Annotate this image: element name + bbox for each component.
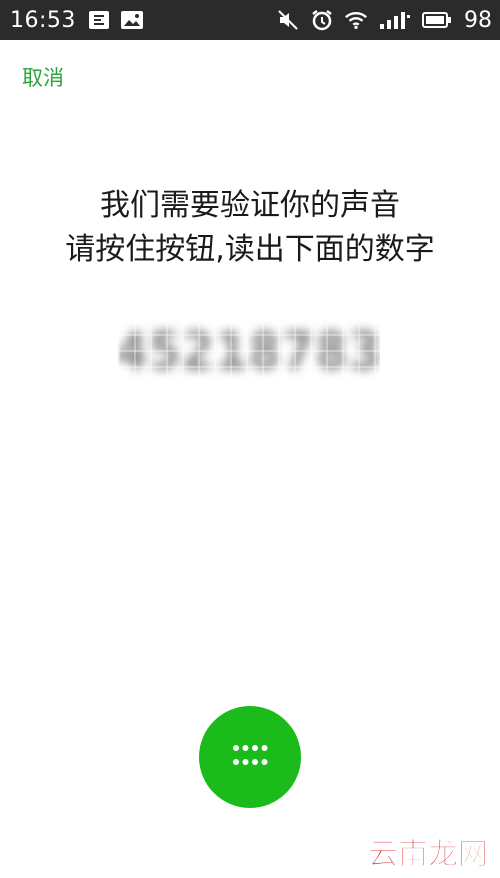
verification-code: 45218783 — [118, 320, 380, 384]
signal-icon — [378, 9, 412, 31]
voice-verify-instructions: 我们需要验证你的声音 请按住按钮,读出下面的数字 — [0, 184, 500, 272]
cancel-button[interactable]: 取消 — [22, 62, 64, 92]
pixelation-overlay — [118, 320, 380, 384]
status-right-icons: 98 — [276, 8, 492, 33]
wifi-icon — [344, 9, 368, 31]
edit-icon — [88, 9, 112, 31]
keypad-dots-icon — [230, 740, 270, 774]
watermark-logo: 云南龙网 — [366, 832, 496, 873]
alarm-icon — [310, 9, 334, 31]
status-left-icons — [88, 9, 144, 31]
battery-level: 98 — [464, 7, 492, 33]
battery-icon — [422, 9, 452, 31]
mute-icon — [276, 9, 300, 31]
status-time: 16:53 — [10, 7, 76, 33]
status-bar: 16:53 98 — [0, 0, 500, 40]
instruction-line-1: 我们需要验证你的声音 — [100, 188, 400, 223]
instruction-line-2: 请按住按钮,读出下面的数字 — [65, 232, 435, 267]
watermark-text: 云南龙网 — [368, 837, 488, 872]
image-icon — [120, 9, 144, 31]
hold-to-record-button[interactable] — [199, 706, 301, 808]
